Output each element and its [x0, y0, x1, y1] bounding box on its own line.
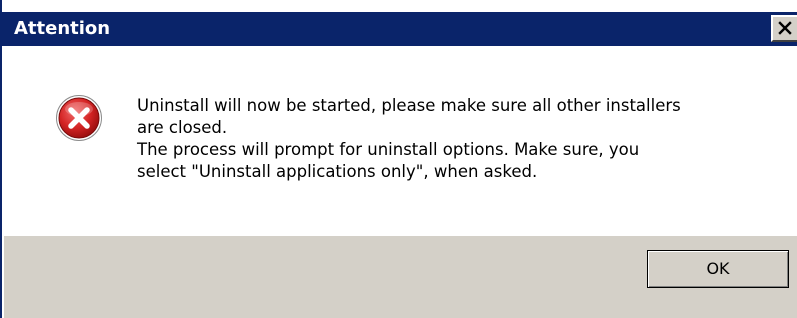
error-icon [56, 95, 102, 141]
window-title: Attention [14, 18, 111, 39]
dialog-content: Uninstall will now be started, please ma… [4, 46, 797, 236]
message-line: select "Uninstall applications only", wh… [137, 162, 538, 181]
message-text: Uninstall will now be started, please ma… [137, 95, 787, 183]
close-button[interactable] [771, 15, 797, 42]
message-line: are closed. [137, 118, 228, 137]
button-bar: OK [4, 236, 797, 318]
close-icon [778, 21, 792, 35]
ok-button[interactable]: OK [647, 250, 789, 288]
dialog-window: Attention Uninstall will now be started,… [0, 0, 797, 318]
title-bar[interactable]: Attention [2, 12, 797, 46]
message-line: Uninstall will now be started, please ma… [137, 96, 681, 115]
message-line: The process will prompt for uninstall op… [137, 140, 640, 159]
